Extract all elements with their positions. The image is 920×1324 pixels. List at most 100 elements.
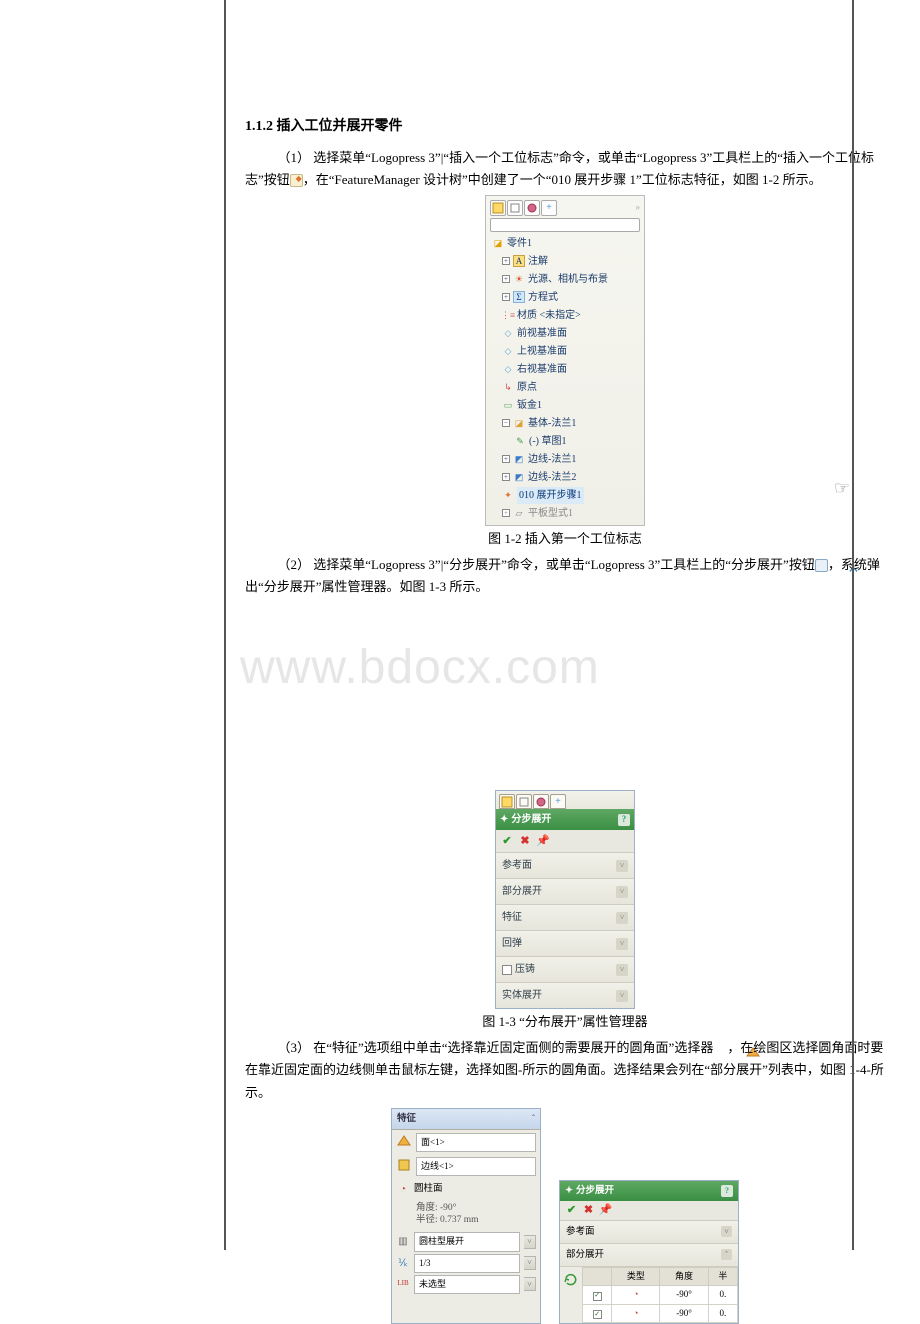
section-label: 参考面 xyxy=(502,857,532,874)
tree-unfold-step[interactable]: ✦010 展开步骤1 xyxy=(490,487,640,504)
pm-section-reference[interactable]: 参考面 ˅ xyxy=(496,852,634,878)
dropdown-chevron-icon[interactable]: ˅ xyxy=(524,1277,536,1291)
panel-buttons: ✔ ✖ 📌 xyxy=(560,1201,738,1220)
help-icon[interactable]: ? xyxy=(721,1185,733,1197)
pm-section-imprint[interactable]: 压铸˅ xyxy=(496,956,634,982)
feature-tree-search[interactable] xyxy=(490,218,640,232)
feature-panel-title: 特征 ˆ xyxy=(392,1109,540,1130)
expand-icon[interactable]: + xyxy=(502,473,510,481)
dropdown-chevron-icon[interactable]: ˅ xyxy=(524,1235,536,1249)
tree-annotations[interactable]: +A注解 xyxy=(490,253,640,270)
tree-front-plane[interactable]: ◇前视基准面 xyxy=(490,325,640,342)
cancel-button[interactable]: ✖ xyxy=(518,834,532,848)
row-checkbox[interactable]: ✓ xyxy=(593,1310,602,1319)
help-icon[interactable]: ? xyxy=(618,814,630,826)
expand-icon[interactable]: + xyxy=(502,275,510,283)
pm-title-text: 分步展开 xyxy=(511,811,551,828)
chevron-down-icon[interactable]: ˅ xyxy=(721,1226,732,1237)
tree-base-flange[interactable]: −◪基体-法兰1 xyxy=(490,415,640,432)
collapse-arrow-icon[interactable]: » xyxy=(636,200,641,215)
panel-section-ref[interactable]: 参考面˅ xyxy=(560,1220,738,1243)
pm-tab-feature-icon[interactable] xyxy=(499,794,515,809)
section-label: 部分展开 xyxy=(566,1247,604,1263)
tab-feature-icon[interactable] xyxy=(490,200,506,216)
fig14-step-unfold-panel: ✦ 分步展开 ? ✔ ✖ 📌 参考面˅ 部分展开ˆ 类型 角度 半 xyxy=(559,1180,739,1324)
ok-button[interactable]: ✔ xyxy=(565,1204,578,1217)
chevron-down-icon[interactable]: ˅ xyxy=(616,860,628,872)
figure-1-2-feature-tree: + » ◪零件1 +A注解 +☀光源、相机与布景 +Σ方程式 ⋮≡材质 <未指定… xyxy=(485,195,645,526)
tree-flat-pattern[interactable]: +▱平板型式1 xyxy=(490,505,640,522)
chevron-down-icon[interactable]: ˅ xyxy=(616,990,628,1002)
edge-selector-icon[interactable] xyxy=(396,1157,412,1173)
tree-label: 平板型式1 xyxy=(528,505,573,522)
tree-equation[interactable]: +Σ方程式 xyxy=(490,289,640,306)
method-select[interactable]: 圆柱型展开 xyxy=(414,1232,520,1251)
pm-tab-display-icon[interactable] xyxy=(533,794,549,809)
pm-tab-plus-icon[interactable]: + xyxy=(550,794,566,809)
tree-origin[interactable]: ↳原点 xyxy=(490,379,640,396)
collapse-icon[interactable]: − xyxy=(502,419,510,427)
row-checkbox[interactable]: ✓ xyxy=(593,1292,602,1301)
model-icon: LIB xyxy=(396,1277,410,1291)
pm-section-body-unfold[interactable]: 实体展开˅ xyxy=(496,982,634,1008)
tab-display-icon[interactable] xyxy=(524,200,540,216)
col-check xyxy=(583,1268,612,1286)
tree-label: 注解 xyxy=(528,253,548,270)
tree-root[interactable]: ◪零件1 xyxy=(490,235,640,252)
tree-label: 光源、相机与布景 xyxy=(528,271,608,288)
chevron-down-icon[interactable]: ˅ xyxy=(616,964,628,976)
panel-section-partial[interactable]: 部分展开 ˆ xyxy=(560,1243,738,1266)
recycle-icon[interactable] xyxy=(560,1267,582,1323)
tree-edge-flange2[interactable]: +◩边线-法兰2 xyxy=(490,469,640,486)
chevron-up-icon[interactable]: ˆ xyxy=(532,1111,535,1126)
edge-selection-value[interactable]: 边线<1> xyxy=(416,1157,536,1176)
comment-icon[interactable]: ☞ xyxy=(834,478,850,499)
edge-flange-icon: ◩ xyxy=(513,453,525,465)
pm-section-feature[interactable]: 特征 ˅ xyxy=(496,904,634,930)
expand-icon[interactable]: + xyxy=(502,257,510,265)
radius-label: 半径: 0.737 mm xyxy=(416,1214,534,1226)
pm-section-springback[interactable]: 回弹 ˅ xyxy=(496,930,634,956)
tree-edge-flange1[interactable]: +◩边线-法兰1 xyxy=(490,451,640,468)
model-select[interactable]: 未选型 xyxy=(414,1275,520,1294)
chevron-down-icon[interactable]: ˅ xyxy=(616,886,628,898)
caption-1-3: 图 1-3 “分布展开”属性管理器 xyxy=(245,1011,885,1033)
tree-sheetmetal[interactable]: ▭钣金1 xyxy=(490,397,640,414)
chevron-down-icon[interactable]: ˅ xyxy=(616,912,628,924)
tab-plus-icon[interactable]: + xyxy=(541,200,557,216)
pin-button[interactable]: 📌 xyxy=(536,834,550,848)
tree-material[interactable]: ⋮≡材质 <未指定> xyxy=(490,307,640,324)
tree-right-plane[interactable]: ◇右视基准面 xyxy=(490,361,640,378)
section-label: 回弹 xyxy=(502,935,522,952)
inline-icon-insert-station: ◆ xyxy=(290,174,303,187)
ratio-select[interactable]: 1/3 xyxy=(414,1254,520,1273)
chevron-up-icon[interactable]: ˆ xyxy=(721,1249,732,1260)
row-angle: -90° xyxy=(660,1304,708,1322)
pm-section-partial[interactable]: 部分展开˅ xyxy=(496,878,634,904)
tree-lights[interactable]: +☀光源、相机与布景 xyxy=(490,271,640,288)
tree-label: 边线-法兰2 xyxy=(528,469,576,486)
pm-tab-config-icon[interactable] xyxy=(516,794,532,809)
face-selection-value[interactable]: 面<1> xyxy=(416,1133,536,1152)
section-label: 特征 xyxy=(502,909,522,926)
checkbox[interactable] xyxy=(502,965,512,975)
tree-sketch[interactable]: ✎(-) 草图1 xyxy=(490,433,640,450)
pm-title: ✦ 分步展开 ? xyxy=(496,809,634,830)
cancel-button[interactable]: ✖ xyxy=(582,1204,595,1217)
expand-icon[interactable]: + xyxy=(502,455,510,463)
table-row[interactable]: ✓ ◔ -90° 0. xyxy=(583,1286,738,1304)
tree-top-plane[interactable]: ◇上视基准面 xyxy=(490,343,640,360)
chevron-down-icon[interactable]: ˅ xyxy=(616,938,628,950)
unfold-step-icon: ✦ xyxy=(502,489,514,501)
ok-button[interactable]: ✔ xyxy=(500,834,514,848)
tab-config-icon[interactable] xyxy=(507,200,523,216)
expand-icon[interactable]: + xyxy=(502,509,510,517)
expand-icon[interactable]: + xyxy=(502,293,510,301)
pm-title-icon: ✦ xyxy=(500,811,508,828)
table-row[interactable]: ✓ ◔ -90° 0. xyxy=(583,1304,738,1322)
dropdown-chevron-icon[interactable]: ˅ xyxy=(524,1256,536,1270)
face-selector-icon[interactable] xyxy=(396,1133,412,1149)
page-margin-left xyxy=(224,0,226,1250)
tree-label: 材质 <未指定> xyxy=(517,307,581,324)
pin-button[interactable]: 📌 xyxy=(599,1204,612,1217)
